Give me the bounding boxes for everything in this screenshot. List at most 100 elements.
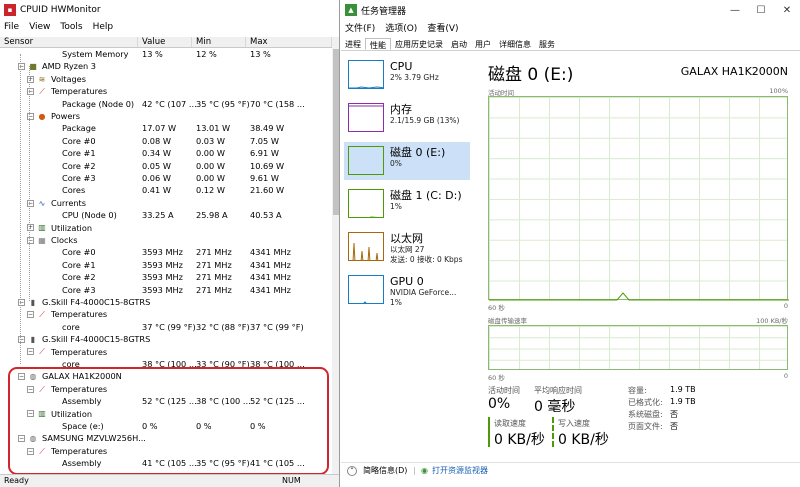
graph1-time-label: 60 秒 xyxy=(488,304,505,312)
group-node[interactable]: − ⟋ Temperatures xyxy=(0,85,332,97)
tab-details[interactable]: 详细信息 xyxy=(495,38,535,50)
hwmonitor-app-icon: ▪ xyxy=(4,4,16,16)
voltage-icon: ≋ xyxy=(38,74,46,84)
tab-startup[interactable]: 启动 xyxy=(447,38,471,50)
device-node[interactable]: − ▮ G.Skill F4-4000C15-8GTRS xyxy=(0,296,332,308)
group-node[interactable]: + ▥ Utilization xyxy=(0,222,332,234)
sensor-row[interactable]: core 37 °C (99 °F) 32 °C (88 °F) 37 °C (99 … xyxy=(0,321,332,333)
group-node[interactable]: − ● Powers xyxy=(0,110,332,122)
sparkline-graph xyxy=(348,232,384,261)
tab-app-history[interactable]: 应用历史记录 xyxy=(391,38,447,50)
sensor-row[interactable]: Core #3 0.06 W 0.00 W 9.61 W xyxy=(0,172,332,184)
thermometer-icon: ⟋ xyxy=(39,310,45,320)
sensor-label: Clocks xyxy=(51,235,78,245)
sensor-label: G.Skill F4-4000C15-8GTRS xyxy=(42,334,151,345)
perf-item-sub2: 发送: 0 接收: 0 Kbps xyxy=(390,255,463,264)
header-sensor[interactable]: Sensor xyxy=(0,37,138,47)
sensor-row[interactable]: Core #1 3593 MHz 271 MHz 4341 MHz xyxy=(0,259,332,271)
sparkline-graph xyxy=(348,60,384,89)
perf-item-5[interactable]: GPU 0 NVIDIA GeForce... 1% xyxy=(344,271,470,309)
sensor-max: 4341 MHz xyxy=(250,247,291,258)
menu-options-cn[interactable]: 选项(O) xyxy=(385,21,417,34)
sensor-row[interactable]: Core #2 3593 MHz 271 MHz 4341 MHz xyxy=(0,271,332,283)
thermometer-icon: ⟋ xyxy=(39,86,45,96)
formatted-label: 已格式化: xyxy=(628,398,663,407)
sensor-row[interactable]: Cores 0.41 W 0.12 W 21.60 W xyxy=(0,184,332,196)
minimize-button[interactable]: — xyxy=(722,0,748,20)
perf-item-2[interactable]: 磁盘 0 (E:) 0% xyxy=(344,142,470,180)
sensor-value: 42 °C (107 ... xyxy=(142,98,197,109)
perf-item-0[interactable]: CPU 2% 3.79 GHz xyxy=(344,56,470,94)
group-node[interactable]: − ∿ Currents xyxy=(0,197,332,209)
sensor-row[interactable]: CPU (Node 0) 33.25 A 25.98 A 40.53 A xyxy=(0,209,332,221)
hwmonitor-window: ▪ CPUID HWMonitor File View Tools Help S… xyxy=(0,0,340,487)
group-node[interactable]: − ⟋ Temperatures xyxy=(0,346,332,358)
active-time-max-label: 100% xyxy=(769,87,788,95)
header-value[interactable]: Value xyxy=(138,37,192,47)
transfer-max-label: 100 KB/秒 xyxy=(756,317,788,325)
hwmonitor-titlebar[interactable]: ▪ CPUID HWMonitor xyxy=(0,0,339,20)
status-bar: Ready NUM xyxy=(0,474,339,487)
hwmonitor-menubar: File View Tools Help xyxy=(0,20,339,34)
menu-help[interactable]: Help xyxy=(93,22,114,32)
sensor-row[interactable]: Core #0 0.08 W 0.03 W 7.05 W xyxy=(0,135,332,147)
sensor-scrollbar[interactable] xyxy=(332,37,339,474)
menu-view-cn[interactable]: 查看(V) xyxy=(427,21,458,34)
scrollbar-thumb[interactable] xyxy=(333,49,339,215)
fewer-details-link[interactable]: 简略信息(D) xyxy=(363,463,407,479)
sensor-min: 32 °C (88 °F) xyxy=(196,321,250,332)
perf-item-sub: 1% xyxy=(390,202,402,211)
maximize-button[interactable]: ☐ xyxy=(748,0,774,20)
sensor-label: Core #1 xyxy=(62,259,96,270)
header-max[interactable]: Max xyxy=(246,37,332,47)
sensor-row[interactable]: Core #0 3593 MHz 271 MHz 4341 MHz xyxy=(0,246,332,258)
perf-item-1[interactable]: 内存 2.1/15.9 GB (13%) xyxy=(344,99,470,137)
task-manager-app-icon: ▲ xyxy=(345,4,357,16)
header-min[interactable]: Min xyxy=(192,37,246,47)
sensor-value: 0.41 W xyxy=(142,185,171,196)
sensor-label: Core #3 xyxy=(62,284,96,295)
perf-item-name: 磁盘 0 (E:) xyxy=(390,146,446,159)
perf-item-3[interactable]: 磁盘 1 (C: D:) 1% xyxy=(344,185,470,223)
tm-titlebar[interactable]: ▲ 任务管理器 — ☐ ✕ xyxy=(341,0,800,20)
tab-users[interactable]: 用户 xyxy=(471,38,495,50)
sensor-label: Voltages xyxy=(51,73,86,84)
close-button[interactable]: ✕ xyxy=(774,0,800,20)
group-node[interactable]: + ≋ Voltages xyxy=(0,73,332,85)
perf-item-4[interactable]: 以太网 以太网 27 发送: 0 接收: 0 Kbps xyxy=(344,228,470,266)
open-resource-monitor-link[interactable]: 打开资源监视器 xyxy=(432,463,488,479)
menu-view[interactable]: View xyxy=(29,22,50,32)
sensor-row[interactable]: Core #1 0.34 W 0.00 W 6.91 W xyxy=(0,147,332,159)
sensor-min: 0.03 W xyxy=(196,135,225,146)
collapse-icon[interactable]: − xyxy=(27,311,34,319)
menu-file[interactable]: File xyxy=(4,22,19,32)
device-node[interactable]: − ■ AMD Ryzen 3 xyxy=(0,60,332,72)
tab-performance[interactable]: 性能 xyxy=(365,38,391,50)
graph1-zero-label: 0 xyxy=(783,302,788,310)
group-node[interactable]: − ⟋ Temperatures xyxy=(0,308,332,320)
sensor-row[interactable]: Core #2 0.05 W 0.00 W 10.69 W xyxy=(0,160,332,172)
tab-services[interactable]: 服务 xyxy=(535,38,559,50)
sensor-row[interactable]: Package 17.07 W 13.01 W 38.49 W xyxy=(0,122,332,134)
sensor-row[interactable]: Package (Node 0) 42 °C (107 ... 35 °C (95 … xyxy=(0,98,332,110)
sensor-min: 271 MHz xyxy=(196,259,232,270)
device-node[interactable]: − ▮ G.Skill F4-4000C15-8GTRS xyxy=(0,333,332,345)
menu-file-cn[interactable]: 文件(F) xyxy=(345,21,375,34)
group-node[interactable]: − ▦ Clocks xyxy=(0,234,332,246)
sensor-label: Temperatures xyxy=(51,309,108,320)
sensor-label: Temperatures xyxy=(51,86,108,97)
chevron-up-icon[interactable]: ⌃ xyxy=(347,466,357,476)
menu-tools[interactable]: Tools xyxy=(60,22,82,32)
sparkline-graph xyxy=(348,189,384,218)
current-icon: ∿ xyxy=(38,198,46,208)
collapse-icon[interactable]: − xyxy=(27,348,34,356)
perf-item-sub: 2.1/15.9 GB (13%) xyxy=(390,116,460,125)
clock-icon: ▦ xyxy=(38,235,46,245)
perf-item-name: CPU xyxy=(390,60,413,73)
sensor-label: Currents xyxy=(51,197,87,208)
sensor-row[interactable]: System Memory 13 % 12 % 13 % xyxy=(0,48,332,60)
sensor-row[interactable]: Core #3 3593 MHz 271 MHz 4341 MHz xyxy=(0,284,332,296)
tab-processes[interactable]: 进程 xyxy=(341,38,365,50)
read-speed-label: 读取速度 xyxy=(494,419,526,428)
graph2-time-label: 60 秒 xyxy=(488,374,505,382)
